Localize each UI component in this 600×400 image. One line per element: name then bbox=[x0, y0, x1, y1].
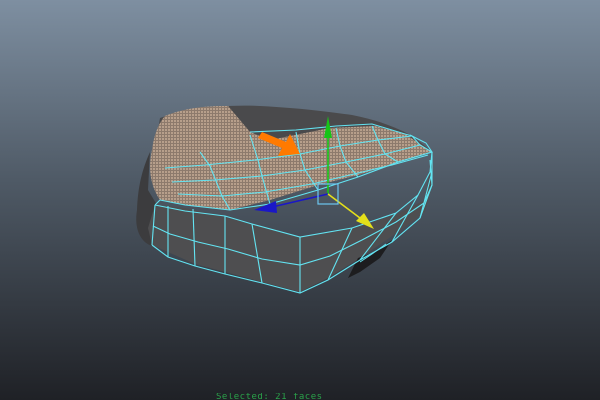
viewport-3d[interactable]: Selected: 21 faces bbox=[0, 0, 600, 400]
viewport-hud-text: Selected: 21 faces bbox=[216, 393, 323, 400]
rock-object[interactable] bbox=[136, 105, 433, 294]
scene-canvas[interactable] bbox=[0, 0, 600, 400]
x-axis-handle[interactable] bbox=[327, 193, 361, 219]
